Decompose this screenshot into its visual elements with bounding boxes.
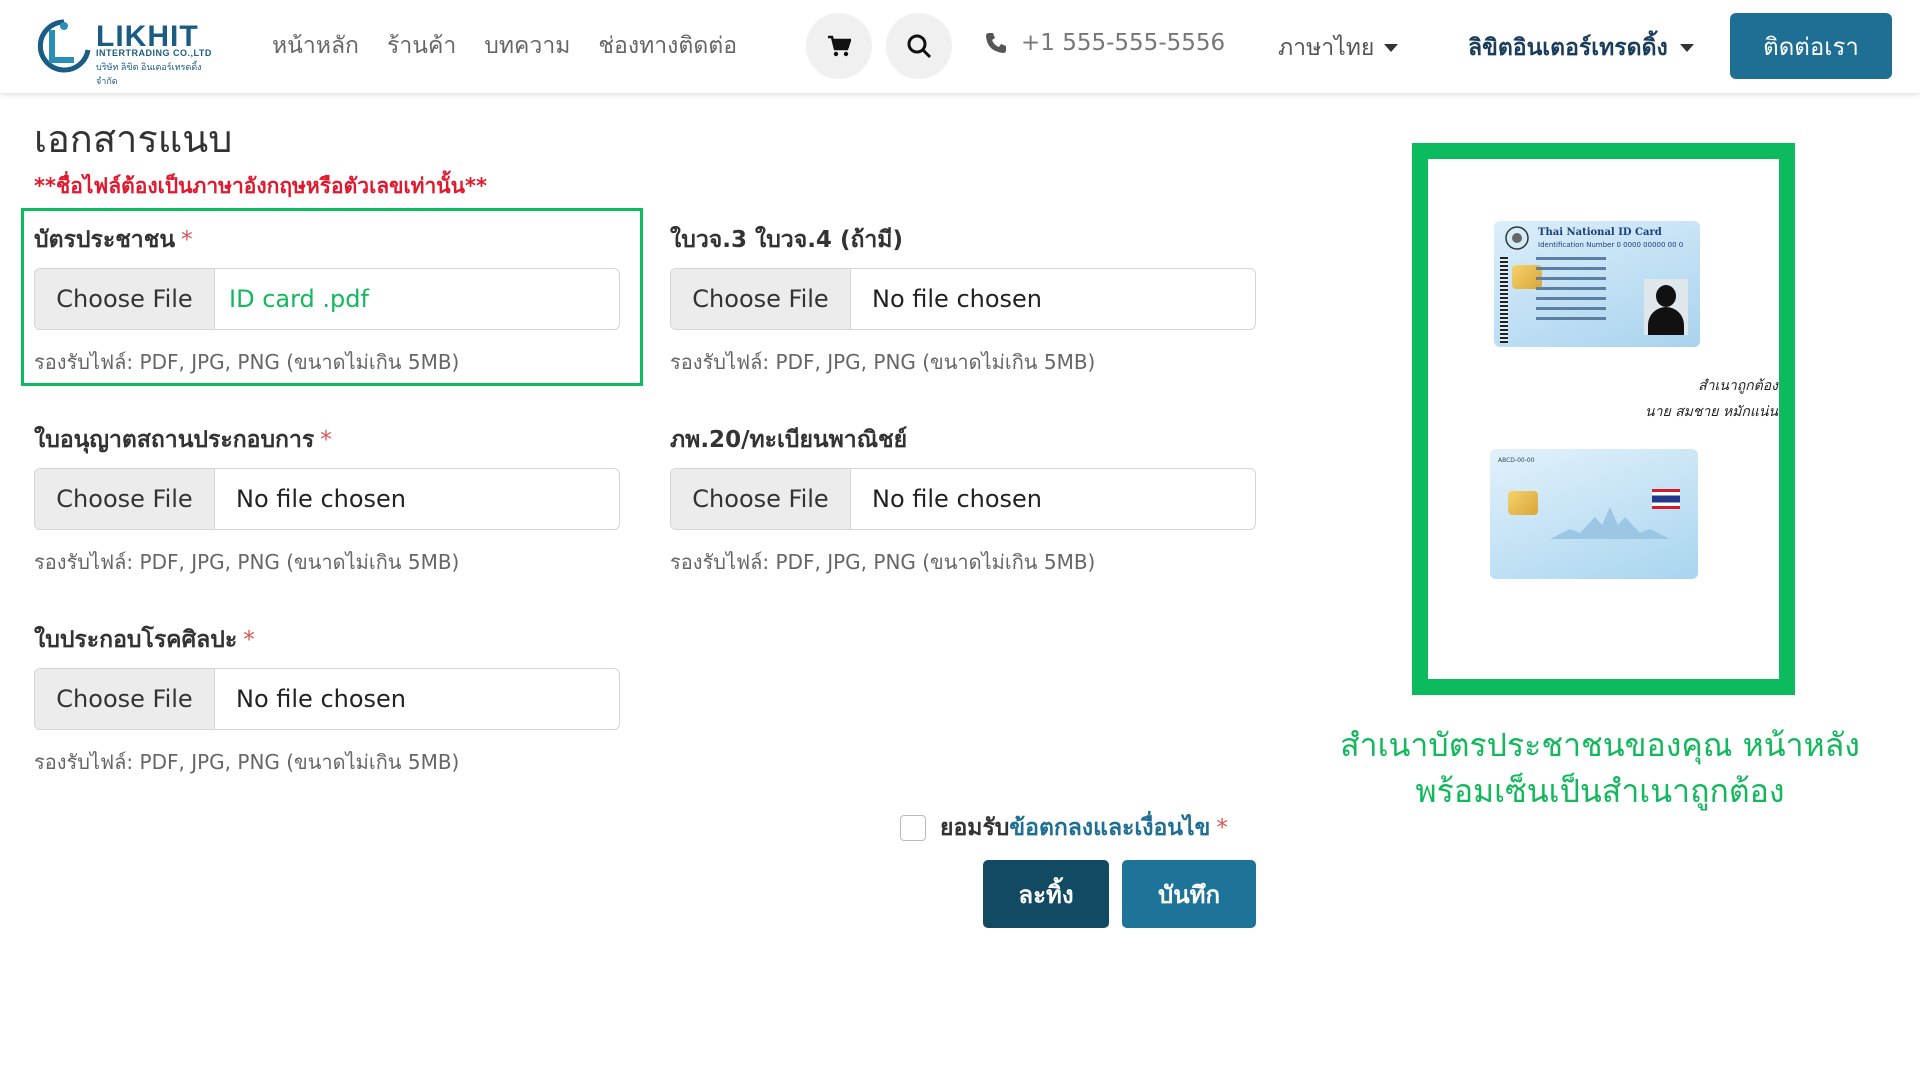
file-hint: รองรับไฟล์: PDF, JPG, PNG (ขนาดไม่เกิน 5… [34,750,460,774]
business-license-file-input[interactable]: Choose File No file chosen [34,468,620,530]
vj-license-label-text: ใบวจ.3 ใบวจ.4 (ถ้ามี) [670,227,903,253]
phone-contact[interactable]: +1 555-555-5556 [985,30,1225,56]
file-hint: รองรับไฟล์: PDF, JPG, PNG (ขนาดไม่เกิน 5… [34,550,460,574]
caption-line-2: พร้อมเซ็นเป็นสำเนาถูกต้อง [1415,772,1785,810]
nav-articles[interactable]: บทความ [484,28,570,64]
portrait-icon [1644,279,1688,335]
terms-checkbox[interactable] [900,815,926,841]
company-name: ลิขิตอินเตอร์เทรดดิ้ง [1468,35,1668,61]
file-name: No file chosen [872,285,1043,313]
chevron-down-icon [1679,44,1694,52]
choose-file-button[interactable]: Choose File [671,269,851,329]
id-card-label-text: บัตรประชาชน [34,227,176,253]
choose-file-button[interactable]: Choose File [671,469,851,529]
id-card-number: Identification Number 0 0000 00000 00 0 [1538,241,1684,249]
search-button[interactable] [886,13,952,79]
choose-file-button[interactable]: Choose File [35,669,215,729]
page: LIKHIT INTERTRADING CO.,LTD บริษัท ลิขิต… [0,0,1920,1080]
certified-copy-signature: สำเนาถูกต้อง นาย สมชาย หมักแน่น [1598,373,1778,425]
file-name: No file chosen [872,485,1043,513]
vat-registration-file-input[interactable]: Choose File No file chosen [670,468,1256,530]
company-logo[interactable]: LIKHIT INTERTRADING CO.,LTD บริษัท ลิขิต… [34,16,224,86]
required-mark: * [320,427,332,453]
temple-silhouette-icon [1550,507,1670,539]
required-mark: * [181,227,193,253]
top-navbar: LIKHIT INTERTRADING CO.,LTD บริษัท ลิขิต… [0,0,1920,93]
main-nav: หน้าหลัก ร้านค้า บทความ ช่องทางติดต่อ [272,28,737,64]
choose-file-button[interactable]: Choose File [35,269,215,329]
id-card-label: บัตรประชาชน * [34,222,193,258]
cart-button[interactable] [806,13,872,79]
cart-icon [828,35,851,57]
file-hint: รองรับไฟล์: PDF, JPG, PNG (ขนาดไม่เกิน 5… [670,350,1096,374]
id-card-front-illustration: Thai National ID Card Identification Num… [1494,221,1700,347]
barcode-icon [1500,257,1508,343]
vat-registration-label-text: ภพ.20/ทะเบียนพาณิชย์ [670,427,908,453]
id-card-text-lines [1536,257,1636,327]
file-name: No file chosen [236,685,407,713]
save-button[interactable]: บันทึก [1122,860,1256,928]
language-label: ภาษาไทย [1278,35,1375,61]
section-title: เอกสารแนบ [34,117,233,161]
filename-warning: **ชื่อไฟล์ต้องเป็นภาษาอังกฤษหรือตัวเลขเท… [34,174,487,198]
nav-home[interactable]: หน้าหลัก [272,28,359,64]
contact-us-button[interactable]: ติดต่อเรา [1730,13,1892,79]
logo-subtitle-thai: บริษัท ลิขิต อินเตอร์เทรดดิ้ง จำกัด [96,62,202,86]
business-license-label: ใบอนุญาตสถานประกอบการ * [34,422,332,458]
nav-shop[interactable]: ร้านค้า [387,28,456,64]
terms-agreement: ยอมรับข้อตกลงและเงื่อนไข * [900,810,1228,846]
terms-prefix: ยอมรับ [940,815,1010,841]
vj-license-label: ใบวจ.3 ใบวจ.4 (ถ้ามี) [670,222,903,258]
emblem-icon [1505,226,1529,250]
logo-subtitle: INTERTRADING CO.,LTD [96,48,212,58]
account-dropdown[interactable]: ลิขิตอินเตอร์เทรดดิ้ง [1468,30,1694,66]
logo-mark-icon [37,19,91,73]
nav-contact-channels[interactable]: ช่องทางติดต่อ [598,28,737,64]
caption-line-1: สำเนาบัตรประชาชนของคุณ หน้าหลัง [1340,726,1860,764]
medical-license-label: ใบประกอบโรคศิลปะ * [34,622,255,658]
vat-registration-label: ภพ.20/ทะเบียนพาณิชย์ [670,422,907,458]
phone-number: +1 555-555-5556 [1021,30,1226,56]
id-card-file-input[interactable]: Choose File ID card .pdf [34,268,620,330]
language-dropdown[interactable]: ภาษาไทย [1278,30,1399,66]
required-mark: * [1216,815,1228,841]
terms-text: ยอมรับข้อตกลงและเงื่อนไข * [940,810,1228,846]
id-card-title: Thai National ID Card [1538,227,1662,238]
card-back-code: ABCD-00-00 [1498,457,1535,464]
id-card-example-image: Thai National ID Card Identification Num… [1412,143,1795,695]
file-name: ID card .pdf [229,285,369,313]
medical-license-label-text: ใบประกอบโรคศิลปะ [34,627,238,653]
file-hint: รองรับไฟล์: PDF, JPG, PNG (ขนาดไม่เกิน 5… [34,350,460,374]
search-icon [907,34,932,59]
chip-icon [1508,491,1538,515]
signature-line-2: นาย สมชาย หมักแน่น [1645,404,1778,420]
chevron-down-icon [1384,44,1399,52]
medical-license-file-input[interactable]: Choose File No file chosen [34,668,620,730]
file-name: No file chosen [236,485,407,513]
discard-button[interactable]: ละทิ้ง [983,860,1109,928]
example-caption: สำเนาบัตรประชาชนของคุณ หน้าหลัง พร้อมเซ็… [1330,722,1870,814]
choose-file-button[interactable]: Choose File [35,469,215,529]
vj-license-file-input[interactable]: Choose File No file chosen [670,268,1256,330]
phone-icon [986,33,1006,53]
required-mark: * [243,627,255,653]
business-license-label-text: ใบอนุญาตสถานประกอบการ [34,427,315,453]
file-hint: รองรับไฟล์: PDF, JPG, PNG (ขนาดไม่เกิน 5… [670,550,1096,574]
terms-link[interactable]: ข้อตกลงและเงื่อนไข [1009,815,1210,841]
signature-line-1: สำเนาถูกต้อง [1698,378,1778,394]
id-card-back-illustration: ABCD-00-00 [1490,449,1698,579]
